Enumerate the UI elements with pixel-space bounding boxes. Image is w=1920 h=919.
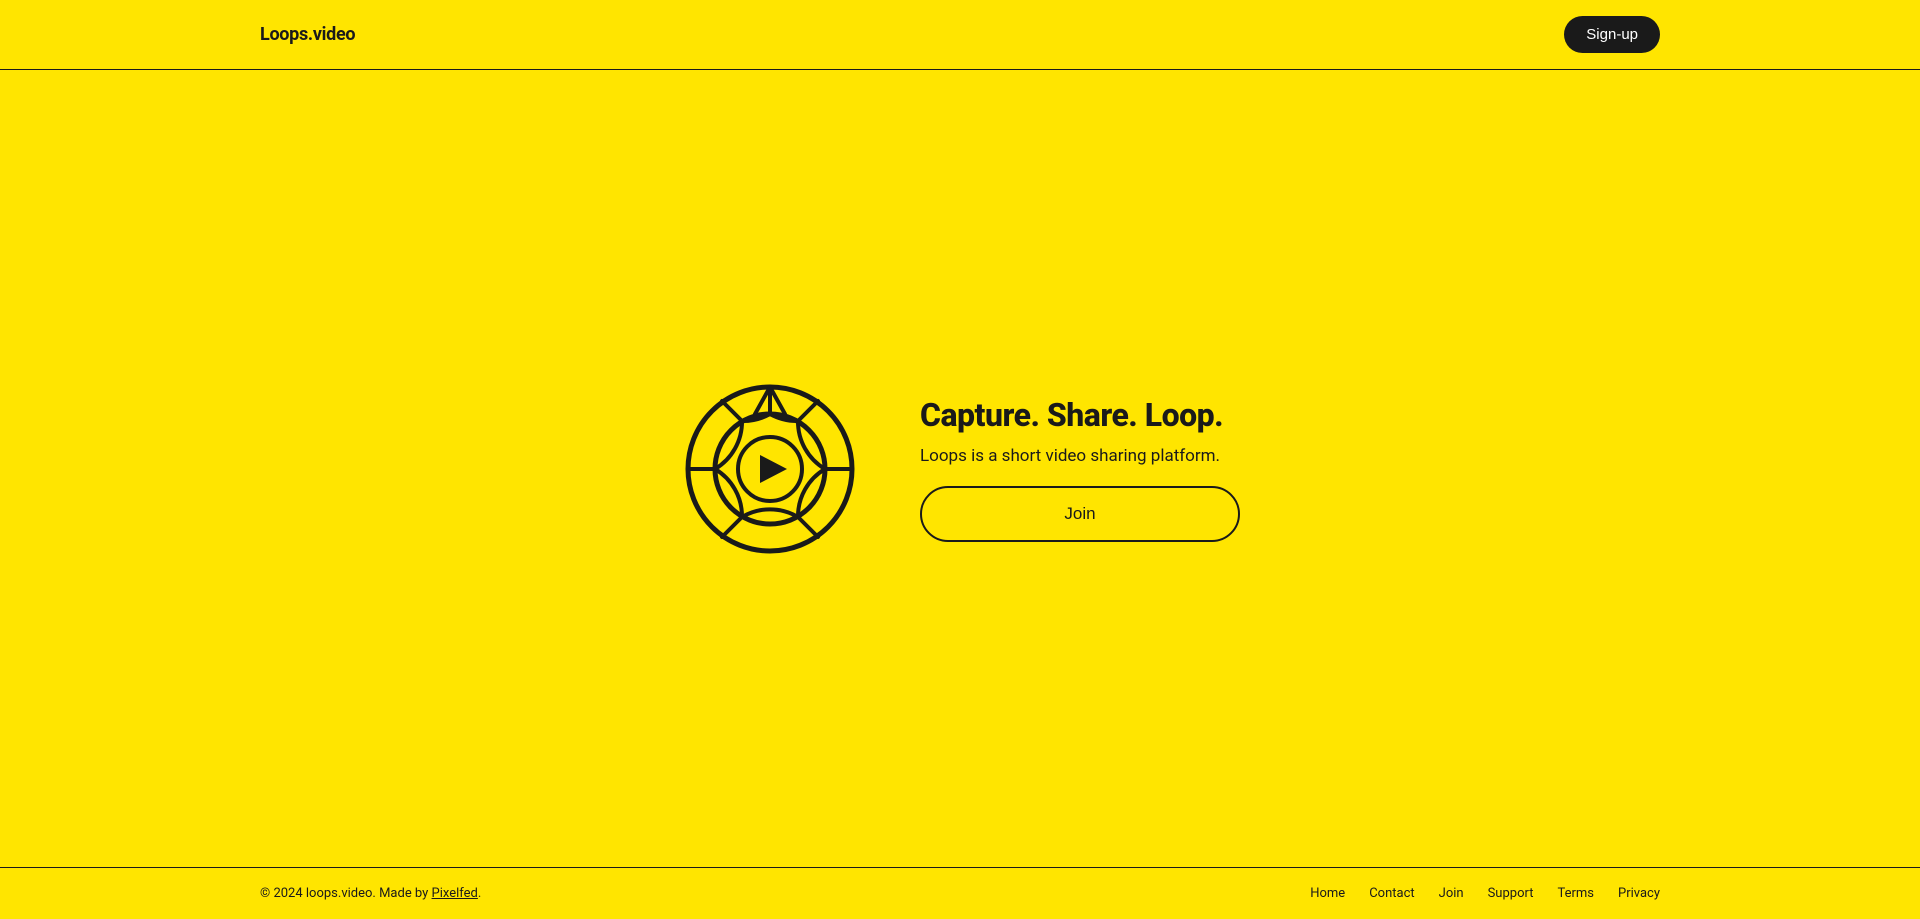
- footer-nav: Home Contact Join Support Terms Privacy: [1310, 886, 1660, 901]
- pixelfed-link[interactable]: Pixelfed: [432, 886, 478, 901]
- hero-section: Capture. Share. Loop. Loops is a short v…: [680, 379, 1240, 559]
- main-content: Capture. Share. Loop. Loops is a short v…: [0, 70, 1920, 867]
- hero-text-block: Capture. Share. Loop. Loops is a short v…: [920, 396, 1240, 542]
- site-footer: © 2024 loops.video. Made by Pixelfed. Ho…: [0, 867, 1920, 919]
- footer-link-home[interactable]: Home: [1310, 886, 1345, 901]
- footer-link-support[interactable]: Support: [1488, 886, 1534, 901]
- hero-title: Capture. Share. Loop.: [920, 396, 1240, 434]
- join-button[interactable]: Join: [920, 486, 1240, 542]
- footer-link-privacy[interactable]: Privacy: [1618, 886, 1660, 901]
- footer-link-contact[interactable]: Contact: [1369, 886, 1414, 901]
- signup-button[interactable]: Sign-up: [1564, 16, 1660, 53]
- footer-link-join[interactable]: Join: [1439, 886, 1464, 901]
- footer-copyright: © 2024 loops.video. Made by Pixelfed.: [260, 886, 481, 901]
- footer-link-terms[interactable]: Terms: [1557, 886, 1594, 901]
- site-logo: Loops.video: [260, 24, 355, 45]
- loops-logo-icon: [680, 379, 860, 559]
- hero-subtitle: Loops is a short video sharing platform.: [920, 446, 1240, 466]
- site-header: Loops.video Sign-up: [0, 0, 1920, 70]
